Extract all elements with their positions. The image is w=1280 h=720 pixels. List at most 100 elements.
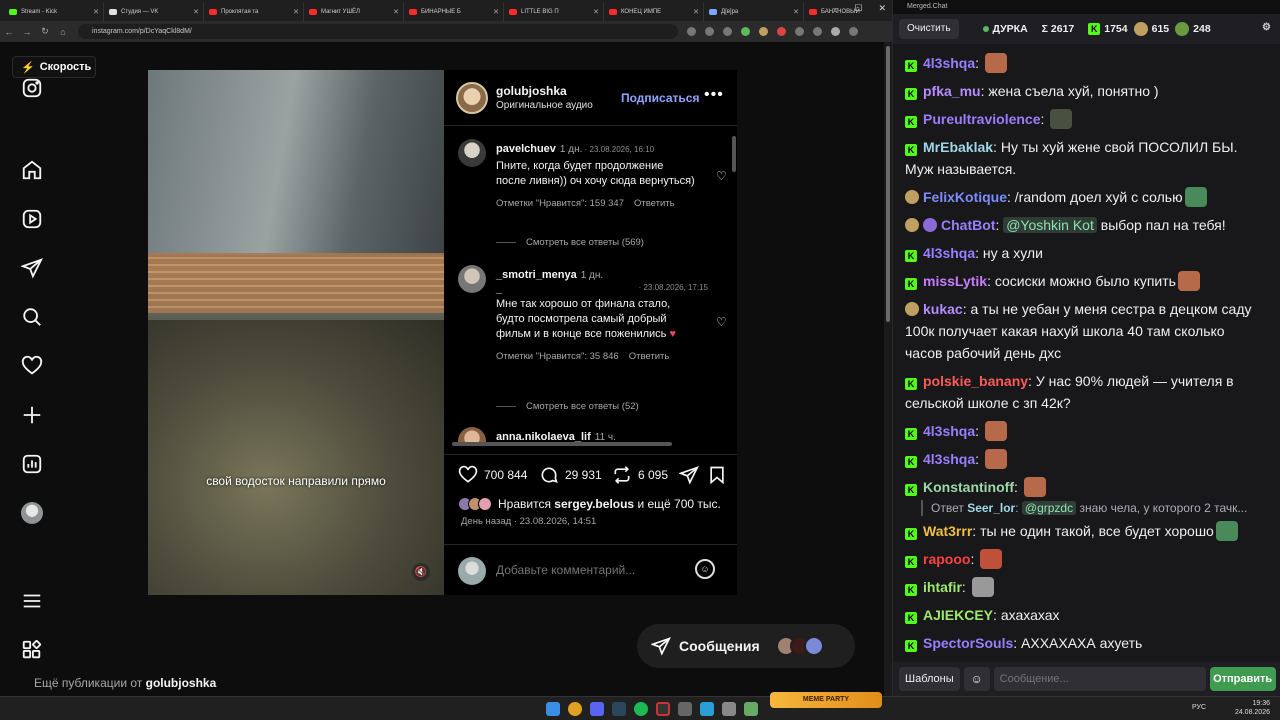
chat-nick[interactable]: Konstantinoff: [923, 479, 1014, 495]
browser-tab[interactable]: Д[в]ра ✕: [704, 3, 804, 21]
reply-user[interactable]: Seer_lor: [967, 501, 1015, 515]
comment-likes[interactable]: Отметки "Нравится": 159 347: [496, 198, 624, 209]
start-icon[interactable]: [546, 702, 560, 716]
chat-mention[interactable]: @Yoshkin Kot: [1003, 217, 1097, 233]
extension-icon[interactable]: [741, 27, 750, 36]
chat-nick[interactable]: Wat3rrr: [923, 523, 972, 539]
tab-close-icon[interactable]: ✕: [493, 8, 499, 16]
browser-tab[interactable]: Студия — VK ✕: [104, 3, 204, 21]
heart-icon[interactable]: [20, 354, 44, 378]
cast-icon[interactable]: [705, 27, 714, 36]
comments-hscrollbar[interactable]: [452, 442, 672, 446]
follow-button[interactable]: Подписаться: [621, 91, 699, 105]
see-replies-button[interactable]: Смотреть все ответы (52): [496, 401, 639, 412]
chat-nick[interactable]: pfka_mu: [923, 83, 981, 99]
app-icon[interactable]: [678, 702, 692, 716]
emoji-icon[interactable]: ☺: [695, 559, 715, 579]
clock[interactable]: 19:36 24.08.2026: [1235, 699, 1270, 717]
tab-close-icon[interactable]: ✕: [593, 8, 599, 16]
meme-party-widget[interactable]: MEME PARTY: [770, 692, 882, 708]
profile-icon[interactable]: [831, 27, 840, 36]
tab-close-icon[interactable]: ✕: [393, 8, 399, 16]
chat-nick[interactable]: 4l3shqa: [923, 423, 975, 439]
comments-scrollbar[interactable]: [732, 136, 736, 172]
menu-icon[interactable]: [20, 589, 44, 613]
like-button[interactable]: 700 844: [458, 465, 527, 485]
comment-avatar[interactable]: [458, 427, 486, 443]
chat-nick[interactable]: Pureultraviolence: [923, 111, 1041, 127]
see-replies-button[interactable]: Смотреть все ответы (569): [496, 237, 644, 248]
create-icon[interactable]: [20, 403, 44, 427]
extension-icon[interactable]: [759, 27, 768, 36]
back-icon[interactable]: ←: [0, 27, 18, 37]
chat-nick[interactable]: 4l3shqa: [923, 55, 975, 71]
comment-button[interactable]: 29 931: [539, 465, 602, 485]
reply-button[interactable]: Ответить: [634, 198, 675, 209]
minimize-icon[interactable]: –: [833, 3, 838, 14]
chat-input[interactable]: [993, 667, 1206, 691]
search-icon[interactable]: [20, 305, 44, 329]
save-button[interactable]: [707, 465, 727, 485]
repost-button[interactable]: 6 095: [612, 465, 668, 485]
comment-user[interactable]: pavelchuev: [496, 143, 556, 155]
url-field[interactable]: instagram.com/p/DcYaqCkl8dM/: [78, 24, 678, 39]
keyboard-language[interactable]: РУС: [1192, 704, 1206, 711]
like-comment-icon[interactable]: ♡: [716, 315, 727, 329]
chat-nick[interactable]: AJIEKCEY: [923, 607, 993, 623]
chat-nick[interactable]: 4l3shqa: [923, 245, 975, 261]
apps-icon[interactable]: [20, 638, 44, 662]
liked-by-suffix[interactable]: и ещё 700 тыс.: [637, 497, 720, 511]
comment-avatar[interactable]: [458, 265, 486, 293]
send-icon[interactable]: [20, 256, 44, 280]
clear-button[interactable]: Очистить: [899, 19, 959, 39]
more-posts-user[interactable]: golubjoshka: [146, 676, 217, 690]
reload-icon[interactable]: ↻: [36, 26, 54, 37]
chat-nick[interactable]: polskie_banany: [923, 373, 1028, 389]
search-icon[interactable]: [687, 27, 696, 36]
maximize-icon[interactable]: ☐: [854, 3, 862, 14]
chat-nick[interactable]: 4l3shqa: [923, 451, 975, 467]
reply-preview[interactable]: Ответ Seer_lor: @grpzdc знаю чела, у кот…: [921, 500, 1251, 516]
app-icon[interactable]: [744, 702, 758, 716]
browser-tab[interactable]: БИНАРНЫЕ Б ✕: [404, 3, 504, 21]
post-author[interactable]: golubjoshka: [496, 84, 567, 98]
chat-nick[interactable]: FelixKotique: [923, 189, 1007, 205]
steam-icon[interactable]: [612, 702, 626, 716]
reply-mention[interactable]: @grpzdc: [1021, 501, 1077, 515]
tab-close-icon[interactable]: ✕: [193, 8, 199, 16]
speed-button[interactable]: ⚡ Скорость: [12, 56, 96, 78]
templates-button[interactable]: Шаблоны: [899, 667, 960, 691]
page-scrollbar[interactable]: [884, 42, 892, 696]
comment-avatar[interactable]: [458, 139, 486, 167]
like-comment-icon[interactable]: ♡: [716, 169, 727, 183]
obs-icon[interactable]: [656, 702, 670, 716]
share-button[interactable]: [679, 465, 699, 485]
menu-icon[interactable]: [849, 27, 858, 36]
chrome-icon[interactable]: [568, 702, 582, 716]
reel-video[interactable]: свой водосток направили прямо 🔇: [148, 70, 444, 595]
more-options-icon[interactable]: •••: [704, 86, 724, 104]
send-button[interactable]: Отправить: [1209, 667, 1276, 691]
spotify-icon[interactable]: [634, 702, 648, 716]
chat-nick[interactable]: ihtafir: [923, 579, 962, 595]
tab-close-icon[interactable]: ✕: [693, 8, 699, 16]
close-icon[interactable]: ✕: [878, 3, 886, 14]
emoji-icon[interactable]: ☺: [963, 667, 990, 691]
chat-nick[interactable]: missLytik: [923, 273, 987, 289]
messages-button[interactable]: Сообщения: [637, 624, 855, 668]
comment-input[interactable]: [496, 560, 686, 580]
app-icon[interactable]: [722, 702, 736, 716]
tab-close-icon[interactable]: ✕: [93, 8, 99, 16]
instagram-logo-icon[interactable]: [20, 76, 44, 100]
mute-button[interactable]: 🔇: [412, 563, 430, 581]
tab-close-icon[interactable]: ✕: [793, 8, 799, 16]
star-icon[interactable]: [723, 27, 732, 36]
browser-tab[interactable]: Магнит УШЁЛ ✕: [304, 3, 404, 21]
home-icon[interactable]: ⌂: [54, 27, 72, 37]
gear-icon[interactable]: ⚙: [1262, 22, 1271, 33]
browser-tab[interactable]: КОНЕЦ ИМПЕ ✕: [604, 3, 704, 21]
profile-avatar[interactable]: [20, 501, 44, 525]
browser-tab[interactable]: Stream - Kick ✕: [4, 3, 104, 21]
chat-nick[interactable]: kukac: [923, 301, 963, 317]
browser-tab[interactable]: Проклятая та ✕: [204, 3, 304, 21]
